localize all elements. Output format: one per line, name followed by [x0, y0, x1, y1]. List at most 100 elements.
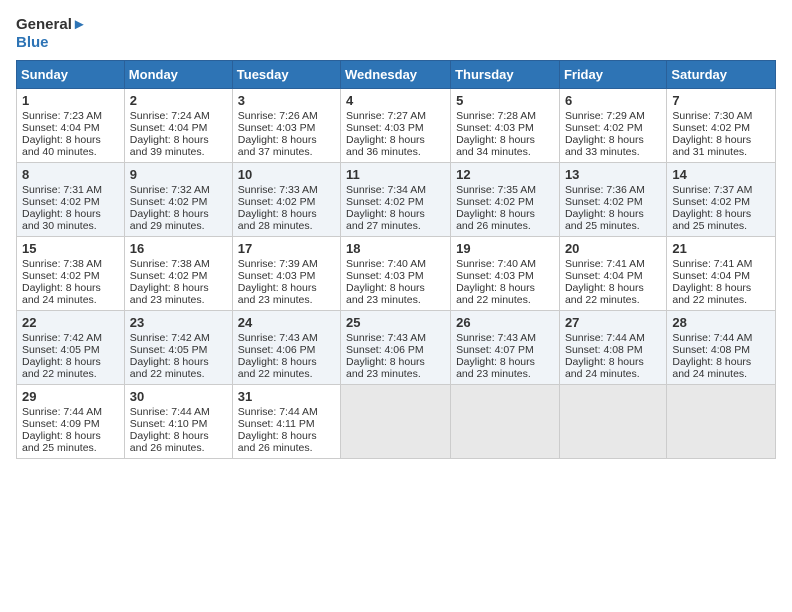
day-info-line: and 36 minutes. — [346, 146, 445, 158]
day-info-line: Sunset: 4:04 PM — [565, 270, 661, 282]
page-header: General► Blue — [16, 16, 776, 52]
day-info-line: and 22 minutes. — [565, 294, 661, 306]
day-info-line: Sunrise: 7:36 AM — [565, 184, 661, 196]
day-info-line: Daylight: 8 hours — [456, 134, 554, 146]
day-of-week-header: Sunday — [17, 61, 125, 89]
day-info-line: Sunrise: 7:41 AM — [672, 258, 770, 270]
day-number: 26 — [456, 315, 554, 330]
calendar-cell: 18Sunrise: 7:40 AMSunset: 4:03 PMDayligh… — [341, 237, 451, 311]
day-info-line: and 37 minutes. — [238, 146, 335, 158]
day-info-line: and 39 minutes. — [130, 146, 227, 158]
day-info-line: Sunset: 4:03 PM — [238, 270, 335, 282]
day-info-line: Daylight: 8 hours — [130, 430, 227, 442]
day-info-line: Sunset: 4:06 PM — [238, 344, 335, 356]
day-info-line: Sunrise: 7:40 AM — [346, 258, 445, 270]
calendar-cell: 2Sunrise: 7:24 AMSunset: 4:04 PMDaylight… — [124, 89, 232, 163]
day-info-line: Sunrise: 7:33 AM — [238, 184, 335, 196]
day-of-week-header: Thursday — [451, 61, 560, 89]
calendar-cell — [667, 385, 776, 459]
day-of-week-header: Saturday — [667, 61, 776, 89]
day-info-line: Sunset: 4:03 PM — [238, 122, 335, 134]
day-info-line: and 26 minutes. — [456, 220, 554, 232]
day-number: 5 — [456, 93, 554, 108]
calendar-header-row: SundayMondayTuesdayWednesdayThursdayFrid… — [17, 61, 776, 89]
day-number: 31 — [238, 389, 335, 404]
calendar-cell: 13Sunrise: 7:36 AMSunset: 4:02 PMDayligh… — [559, 163, 666, 237]
calendar-cell: 16Sunrise: 7:38 AMSunset: 4:02 PMDayligh… — [124, 237, 232, 311]
day-number: 6 — [565, 93, 661, 108]
day-info-line: Sunset: 4:09 PM — [22, 418, 119, 430]
calendar-cell: 3Sunrise: 7:26 AMSunset: 4:03 PMDaylight… — [232, 89, 340, 163]
day-info-line: and 34 minutes. — [456, 146, 554, 158]
day-info-line: Sunset: 4:02 PM — [565, 122, 661, 134]
day-info-line: Daylight: 8 hours — [238, 356, 335, 368]
day-number: 15 — [22, 241, 119, 256]
day-of-week-header: Tuesday — [232, 61, 340, 89]
day-info-line: and 25 minutes. — [672, 220, 770, 232]
day-info-line: Sunset: 4:02 PM — [22, 270, 119, 282]
day-info-line: Daylight: 8 hours — [565, 356, 661, 368]
calendar-table: SundayMondayTuesdayWednesdayThursdayFrid… — [16, 60, 776, 459]
day-number: 19 — [456, 241, 554, 256]
day-info-line: Daylight: 8 hours — [130, 134, 227, 146]
day-number: 9 — [130, 167, 227, 182]
day-info-line: Sunset: 4:06 PM — [346, 344, 445, 356]
day-info-line: Daylight: 8 hours — [238, 282, 335, 294]
calendar-cell: 23Sunrise: 7:42 AMSunset: 4:05 PMDayligh… — [124, 311, 232, 385]
day-info-line: Sunset: 4:05 PM — [22, 344, 119, 356]
day-info-line: Sunrise: 7:42 AM — [130, 332, 227, 344]
day-number: 27 — [565, 315, 661, 330]
day-info-line: Sunrise: 7:37 AM — [672, 184, 770, 196]
day-number: 14 — [672, 167, 770, 182]
calendar-cell: 4Sunrise: 7:27 AMSunset: 4:03 PMDaylight… — [341, 89, 451, 163]
day-info-line: and 23 minutes. — [130, 294, 227, 306]
day-number: 1 — [22, 93, 119, 108]
day-info-line: Sunset: 4:04 PM — [22, 122, 119, 134]
day-info-line: Daylight: 8 hours — [456, 282, 554, 294]
day-info-line: Daylight: 8 hours — [346, 282, 445, 294]
day-info-line: Sunrise: 7:35 AM — [456, 184, 554, 196]
calendar-cell — [451, 385, 560, 459]
logo-blue: Blue — [16, 34, 87, 52]
day-number: 3 — [238, 93, 335, 108]
day-info-line: Sunrise: 7:44 AM — [130, 406, 227, 418]
day-info-line: Sunrise: 7:42 AM — [22, 332, 119, 344]
calendar-cell: 31Sunrise: 7:44 AMSunset: 4:11 PMDayligh… — [232, 385, 340, 459]
day-info-line: Sunset: 4:02 PM — [456, 196, 554, 208]
calendar-cell: 5Sunrise: 7:28 AMSunset: 4:03 PMDaylight… — [451, 89, 560, 163]
day-info-line: Sunset: 4:08 PM — [672, 344, 770, 356]
day-info-line: Sunrise: 7:44 AM — [22, 406, 119, 418]
calendar-cell: 21Sunrise: 7:41 AMSunset: 4:04 PMDayligh… — [667, 237, 776, 311]
day-number: 28 — [672, 315, 770, 330]
day-info-line: Daylight: 8 hours — [22, 134, 119, 146]
calendar-cell: 8Sunrise: 7:31 AMSunset: 4:02 PMDaylight… — [17, 163, 125, 237]
day-info-line: Sunrise: 7:39 AM — [238, 258, 335, 270]
day-number: 20 — [565, 241, 661, 256]
day-info-line: Daylight: 8 hours — [672, 134, 770, 146]
day-info-line: Sunset: 4:03 PM — [346, 122, 445, 134]
day-info-line: and 27 minutes. — [346, 220, 445, 232]
day-info-line: Sunset: 4:04 PM — [130, 122, 227, 134]
day-info-line: Sunset: 4:02 PM — [130, 270, 227, 282]
calendar-cell: 15Sunrise: 7:38 AMSunset: 4:02 PMDayligh… — [17, 237, 125, 311]
day-number: 11 — [346, 167, 445, 182]
calendar-cell: 11Sunrise: 7:34 AMSunset: 4:02 PMDayligh… — [341, 163, 451, 237]
calendar-cell: 17Sunrise: 7:39 AMSunset: 4:03 PMDayligh… — [232, 237, 340, 311]
day-info-line: and 26 minutes. — [238, 442, 335, 454]
day-number: 18 — [346, 241, 445, 256]
day-info-line: Sunset: 4:03 PM — [456, 122, 554, 134]
calendar-cell: 9Sunrise: 7:32 AMSunset: 4:02 PMDaylight… — [124, 163, 232, 237]
day-info-line: Sunrise: 7:31 AM — [22, 184, 119, 196]
day-info-line: Sunrise: 7:41 AM — [565, 258, 661, 270]
day-info-line: Sunrise: 7:38 AM — [130, 258, 227, 270]
calendar-cell: 26Sunrise: 7:43 AMSunset: 4:07 PMDayligh… — [451, 311, 560, 385]
day-info-line: and 23 minutes. — [238, 294, 335, 306]
day-info-line: Daylight: 8 hours — [565, 282, 661, 294]
day-info-line: Sunrise: 7:43 AM — [346, 332, 445, 344]
day-info-line: Sunrise: 7:43 AM — [238, 332, 335, 344]
logo: General► Blue — [16, 16, 87, 52]
day-info-line: and 23 minutes. — [346, 368, 445, 380]
calendar-cell: 24Sunrise: 7:43 AMSunset: 4:06 PMDayligh… — [232, 311, 340, 385]
calendar-cell: 30Sunrise: 7:44 AMSunset: 4:10 PMDayligh… — [124, 385, 232, 459]
day-info-line: and 29 minutes. — [130, 220, 227, 232]
